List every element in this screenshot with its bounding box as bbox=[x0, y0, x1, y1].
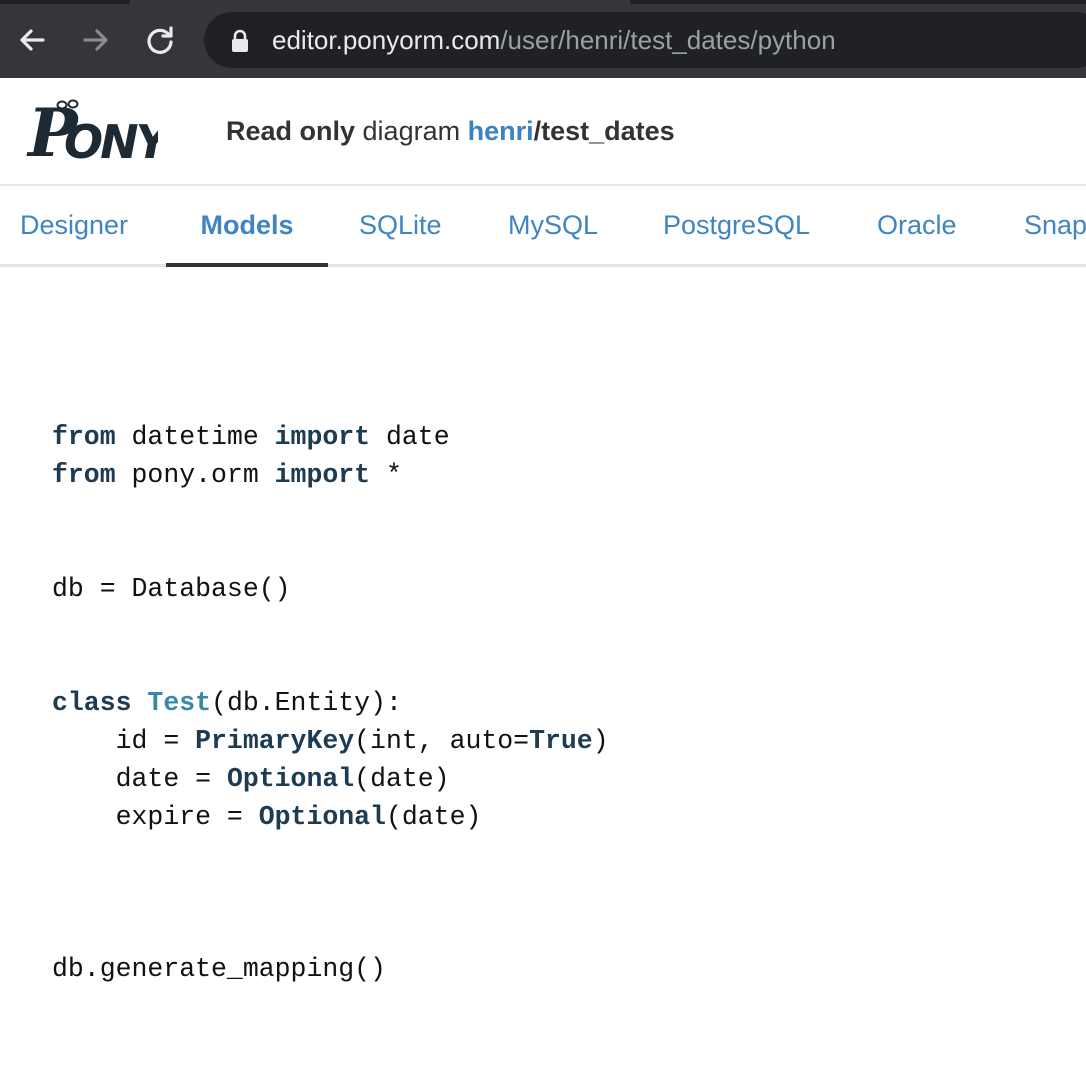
user-link[interactable]: henri bbox=[468, 116, 534, 146]
title-separator: / bbox=[533, 116, 542, 146]
code-keyword: import bbox=[274, 460, 371, 490]
code-text: * bbox=[370, 460, 402, 490]
arrow-left-icon[interactable] bbox=[12, 20, 52, 60]
code-keyword: True bbox=[529, 726, 593, 756]
page-header: P ONY Read only diagram henri/test_dates bbox=[0, 78, 1086, 186]
pony-logo[interactable]: P ONY bbox=[26, 92, 177, 172]
tab-sqlite[interactable]: SQLite bbox=[359, 186, 442, 264]
tab-snapshots[interactable]: Snap bbox=[1024, 186, 1086, 264]
code-function: Optional bbox=[226, 764, 355, 794]
code-text: id = bbox=[52, 726, 196, 756]
browser-active-tab[interactable] bbox=[130, 0, 630, 4]
code-text: date bbox=[370, 422, 450, 452]
code-text: (date) bbox=[385, 802, 482, 832]
code-text: pony.orm bbox=[115, 460, 275, 490]
code-text: db.generate_mapping() bbox=[52, 954, 386, 984]
lock-icon[interactable] bbox=[230, 29, 250, 58]
code-keyword: import bbox=[274, 422, 371, 452]
code-line: class Test(db.Entity): bbox=[52, 684, 609, 722]
code-text: (date) bbox=[354, 764, 450, 794]
code-text: datetime bbox=[115, 422, 275, 452]
code-class-name: Test bbox=[147, 688, 212, 718]
url-host: editor.ponyorm.com bbox=[272, 25, 501, 55]
code-line: db = Database() bbox=[52, 570, 609, 608]
code-text: db = Database() bbox=[52, 574, 291, 604]
page-title: Read only diagram henri/test_dates bbox=[226, 114, 675, 148]
diagram-word: diagram bbox=[355, 116, 468, 146]
diagram-name: test_dates bbox=[541, 116, 675, 146]
tab-models[interactable]: Models bbox=[166, 186, 328, 267]
code-line: expire = Optional(date) bbox=[52, 798, 609, 836]
reload-icon[interactable] bbox=[140, 20, 180, 60]
code-function: PrimaryKey bbox=[195, 726, 355, 756]
tab-designer[interactable]: Designer bbox=[20, 186, 128, 264]
arrow-right-icon[interactable] bbox=[76, 20, 116, 60]
code-text: ) bbox=[592, 726, 609, 756]
code-text: (int, auto= bbox=[354, 726, 530, 756]
browser-tabstrip bbox=[0, 0, 1086, 4]
svg-text:ONY: ONY bbox=[64, 115, 158, 166]
code-text: expire = bbox=[52, 802, 259, 832]
url-path: /user/henri/test_dates/python bbox=[500, 25, 836, 55]
code-line: from datetime import date bbox=[52, 418, 609, 456]
code-keyword: class bbox=[52, 688, 132, 718]
tab-oracle[interactable]: Oracle bbox=[877, 186, 957, 264]
code-line: db.generate_mapping() bbox=[52, 950, 609, 988]
read-only-label: Read only bbox=[226, 116, 356, 146]
code-text: (db.Entity): bbox=[211, 688, 402, 718]
browser-toolbar: editor.ponyorm.com/user/henri/test_dates… bbox=[0, 0, 1086, 78]
code-line: from pony.orm import * bbox=[52, 456, 609, 494]
code-keyword: from bbox=[52, 460, 116, 490]
code-text: date = bbox=[52, 764, 227, 794]
code-function: Optional bbox=[258, 802, 386, 832]
code-line: date = Optional(date) bbox=[52, 760, 609, 798]
code-view: from datetime import date from pony.orm … bbox=[52, 418, 609, 988]
address-bar[interactable]: editor.ponyorm.com/user/henri/test_dates… bbox=[204, 12, 1086, 68]
tab-bar: Designer Models SQLite MySQL PostgreSQL … bbox=[0, 186, 1086, 267]
code-line: id = PrimaryKey(int, auto=True) bbox=[52, 722, 609, 760]
url-text[interactable]: editor.ponyorm.com/user/henri/test_dates… bbox=[272, 25, 836, 55]
tab-mysql[interactable]: MySQL bbox=[508, 186, 598, 264]
code-keyword: from bbox=[52, 422, 116, 452]
tab-postgresql[interactable]: PostgreSQL bbox=[663, 186, 810, 264]
